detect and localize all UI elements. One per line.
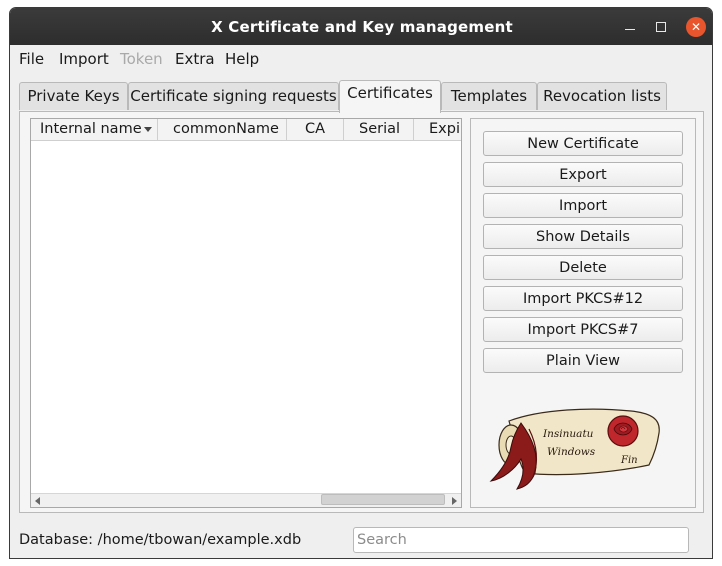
- logo-script-line-3: Fin: [620, 455, 638, 466]
- status-bar: Database: /home/tbowan/example.xdb: [10, 520, 712, 558]
- tab-certificate-signing-requests[interactable]: Certificate signing requests: [128, 82, 339, 110]
- column-header-expiry[interactable]: Expiry: [414, 119, 461, 140]
- tab-bar: Private Keys Certificate signing request…: [10, 80, 712, 113]
- show-details-button[interactable]: Show Details: [483, 224, 683, 249]
- database-path-label: Database: /home/tbowan/example.xdb: [19, 532, 302, 548]
- menu-file[interactable]: File: [19, 50, 44, 68]
- column-header-label: Internal name: [40, 121, 142, 137]
- plain-view-button[interactable]: Plain View: [483, 348, 683, 373]
- menu-import[interactable]: Import: [59, 50, 109, 68]
- column-header-ca[interactable]: CA: [287, 119, 344, 140]
- minimize-icon[interactable]: [620, 17, 640, 37]
- tab-private-keys[interactable]: Private Keys: [19, 82, 128, 110]
- import-button[interactable]: Import: [483, 193, 683, 218]
- scrollbar-thumb[interactable]: [321, 494, 445, 505]
- tab-templates[interactable]: Templates: [441, 82, 537, 110]
- column-header-internal-name[interactable]: Internal name: [31, 119, 158, 140]
- sort-descending-icon: [144, 127, 152, 132]
- tab-revocation-lists[interactable]: Revocation lists: [537, 82, 667, 110]
- logo-script-line-2: Windows: [547, 446, 596, 458]
- certificates-panel: Internal name commonName CA Serial Expir…: [19, 111, 704, 513]
- window-title: X Certificate and Key management: [211, 18, 513, 36]
- menu-extra[interactable]: Extra: [175, 50, 215, 68]
- column-header-commonname[interactable]: commonName: [158, 119, 287, 140]
- delete-button[interactable]: Delete: [483, 255, 683, 280]
- logo-script-line-1: Insinuatu: [542, 428, 594, 440]
- horizontal-scrollbar[interactable]: [31, 493, 461, 507]
- scroll-right-icon[interactable]: [452, 497, 457, 505]
- maximize-icon[interactable]: [651, 17, 671, 37]
- scroll-left-icon[interactable]: [35, 497, 40, 505]
- certificate-table[interactable]: Internal name commonName CA Serial Expir…: [30, 118, 462, 508]
- search-input[interactable]: [353, 527, 689, 553]
- title-bar[interactable]: X Certificate and Key management ✕: [10, 8, 712, 45]
- close-icon[interactable]: ✕: [686, 17, 706, 37]
- certificate-scroll-logo: Insinuatu Windows Fin: [489, 408, 660, 490]
- column-header-serial[interactable]: Serial: [344, 119, 414, 140]
- menu-bar: File Import Token Extra Help: [10, 45, 712, 73]
- menu-token: Token: [120, 50, 163, 68]
- import-pkcs7-button[interactable]: Import PKCS#7: [483, 317, 683, 342]
- table-header: Internal name commonName CA Serial Expir…: [31, 119, 461, 141]
- export-button[interactable]: Export: [483, 162, 683, 187]
- menu-help[interactable]: Help: [225, 50, 259, 68]
- import-pkcs12-button[interactable]: Import PKCS#12: [483, 286, 683, 311]
- app-window: X Certificate and Key management ✕ File …: [9, 7, 713, 559]
- tab-certificates[interactable]: Certificates: [339, 80, 441, 113]
- new-certificate-button[interactable]: New Certificate: [483, 131, 683, 156]
- table-body[interactable]: [31, 141, 461, 493]
- action-button-panel: New Certificate Export Import Show Detai…: [470, 118, 696, 508]
